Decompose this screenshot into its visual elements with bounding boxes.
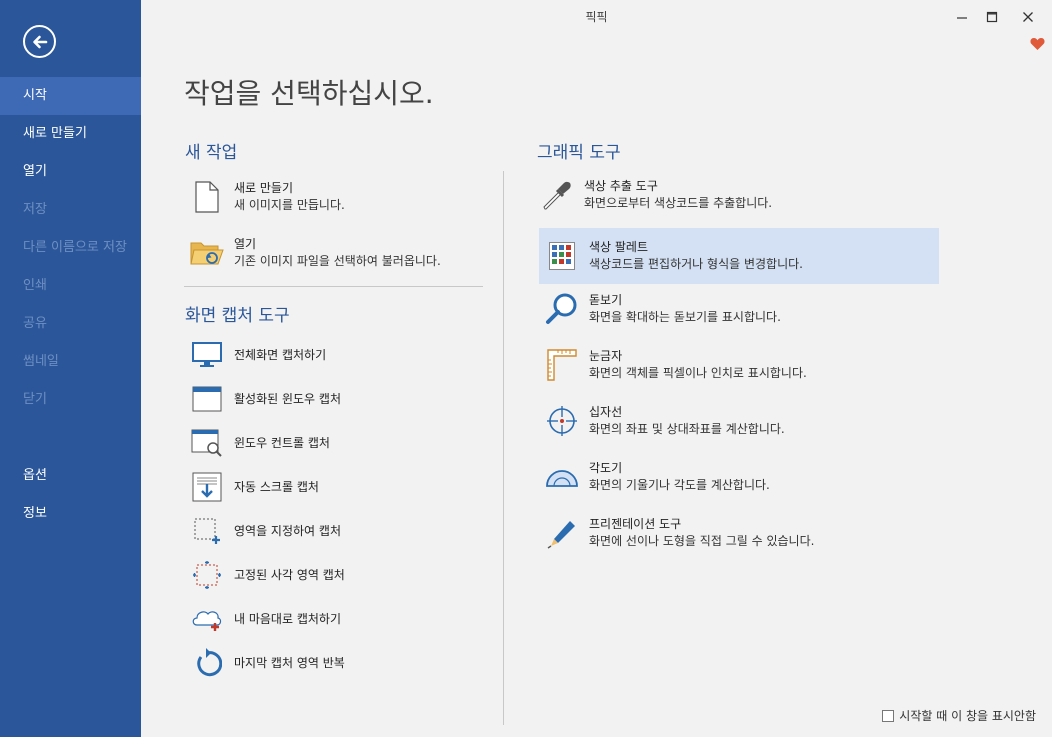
command-label: 프리젠테이션 도구: [589, 517, 682, 531]
command-label: 색상 추출 도구: [584, 179, 658, 193]
sidebar-item-new[interactable]: 새로 만들기: [0, 115, 141, 153]
command-label: 활성화된 윈도우 캡처: [234, 391, 341, 406]
sidebar-item-share: 공유: [23, 316, 47, 331]
capture-fixed-region-command[interactable]: 고정된 사각 영역 캡처: [190, 558, 345, 592]
command-label: 내 마음대로 캡처하기: [234, 611, 341, 626]
magnifier-icon: [545, 292, 579, 326]
command-label: 눈금자: [589, 349, 623, 363]
protractor-icon: [545, 460, 579, 494]
sidebar-item-print: 인쇄: [23, 278, 47, 293]
protractor-command[interactable]: 각도기 화면의 기울기나 각도를 계산합니다.: [545, 460, 770, 494]
open-file-command[interactable]: 열기 기존 이미지 파일을 선택하여 불러옵니다.: [190, 236, 441, 270]
command-label: 새로 만들기: [234, 181, 294, 195]
crosshair-command[interactable]: 십자선 화면의 좌표 및 상대좌표를 계산합니다.: [545, 404, 785, 438]
sidebar-item-options[interactable]: 옵션: [0, 457, 141, 495]
cloud-shape-icon: [190, 602, 224, 636]
command-label: 색상 팔레트: [589, 240, 649, 254]
command-label: 전체화면 캡처하기: [234, 347, 327, 362]
section-divider: [184, 286, 483, 287]
command-label: 자동 스크롤 캡처: [234, 479, 319, 494]
pen-icon: [545, 516, 579, 550]
sidebar-item-save-as: 다른 이름으로 저장: [23, 240, 127, 255]
dont-show-on-startup-checkbox[interactable]: 시작할 때 이 창을 표시안함: [882, 707, 1036, 724]
color-palette-command[interactable]: 색상 팔레트 색상코드를 편집하거나 형식을 변경합니다.: [539, 228, 939, 284]
command-description: 화면의 좌표 및 상대좌표를 계산합니다.: [589, 422, 785, 436]
checkbox-label: 시작할 때 이 창을 표시안함: [899, 709, 1036, 723]
minimize-icon[interactable]: [951, 6, 973, 28]
new-image-command[interactable]: 새로 만들기 새 이미지를 만듭니다.: [190, 180, 345, 214]
column-divider: [503, 171, 504, 725]
monitor-icon: [190, 338, 224, 372]
repeat-arrow-icon: [190, 646, 224, 680]
capture-window-control-command[interactable]: 윈도우 컨트롤 캡처: [190, 426, 330, 460]
sidebar-item-thumbnail: 썸네일: [23, 354, 59, 369]
ruler-icon: [545, 348, 579, 382]
capture-region-command[interactable]: 영역을 지정하여 캡처: [190, 514, 341, 548]
window-magnifier-icon: [190, 426, 224, 460]
crosshair-icon: [545, 404, 579, 438]
sidebar-item-close: 닫기: [23, 392, 47, 407]
checkbox-box[interactable]: [882, 709, 895, 722]
page-title: 작업을 선택하십시오.: [184, 77, 434, 110]
command-description: 화면의 객체를 픽셀이나 인치로 표시합니다.: [589, 366, 807, 380]
command-description: 화면에 선이나 도형을 직접 그릴 수 있습니다.: [589, 534, 815, 548]
command-label: 영역을 지정하여 캡처: [234, 523, 341, 538]
command-label: 고정된 사각 영역 캡처: [234, 567, 345, 582]
command-label: 윈도우 컨트롤 캡처: [234, 435, 330, 450]
back-arrow-icon[interactable]: [23, 25, 56, 58]
sidebar-item-open[interactable]: 열기: [0, 153, 141, 191]
command-label: 돋보기: [589, 293, 623, 307]
command-label: 마지막 캡처 영역 반복: [234, 655, 345, 670]
section-title-capture: 화면 캡처 도구: [185, 306, 290, 326]
sidebar-item-start[interactable]: 시작: [0, 77, 141, 115]
window-title: 픽픽: [585, 10, 608, 24]
presentation-tool-command[interactable]: 프리젠테이션 도구 화면에 선이나 도형을 직접 그릴 수 있습니다.: [545, 516, 814, 550]
sidebar-item-save: 저장: [23, 202, 47, 217]
fixed-region-icon: [190, 558, 224, 592]
sidebar: 시작 새로 만들기 열기 저장 다른 이름으로 저장 인쇄 공유 썸네일 닫기 …: [0, 0, 141, 737]
sidebar-nav: 시작 새로 만들기 열기 저장 다른 이름으로 저장 인쇄 공유 썸네일 닫기 …: [0, 77, 141, 533]
magnifier-command[interactable]: 돋보기 화면을 확대하는 돋보기를 표시합니다.: [545, 292, 781, 326]
sidebar-item-about[interactable]: 정보: [0, 495, 141, 533]
eyedropper-icon: [540, 178, 574, 212]
command-description: 화면의 기울기나 각도를 계산합니다.: [589, 478, 770, 492]
section-title-new-task: 새 작업: [185, 143, 238, 163]
palette-grid-icon: [545, 239, 579, 273]
command-description: 화면으로부터 색상코드를 추출합니다.: [584, 196, 773, 210]
new-file-icon: [190, 180, 224, 214]
maximize-icon[interactable]: [981, 6, 1003, 28]
command-label: 십자선: [589, 405, 623, 419]
close-icon[interactable]: [1017, 6, 1039, 28]
capture-active-window-command[interactable]: 활성화된 윈도우 캡처: [190, 382, 341, 416]
command-description: 새 이미지를 만듭니다.: [234, 198, 345, 212]
capture-freehand-command[interactable]: 내 마음대로 캡처하기: [190, 602, 341, 636]
capture-repeat-command[interactable]: 마지막 캡처 영역 반복: [190, 646, 345, 680]
capture-scroll-command[interactable]: 자동 스크롤 캡처: [190, 470, 319, 504]
command-description: 색상코드를 편집하거나 형식을 변경합니다.: [589, 257, 803, 271]
window-icon: [190, 382, 224, 416]
capture-fullscreen-command[interactable]: 전체화면 캡처하기: [190, 338, 326, 372]
scroll-capture-icon: [190, 470, 224, 504]
heart-icon[interactable]: [1030, 36, 1045, 56]
command-label: 열기: [234, 237, 257, 251]
region-select-icon: [190, 514, 224, 548]
folder-open-icon: [190, 236, 224, 270]
command-label: 각도기: [589, 461, 623, 475]
color-picker-command[interactable]: 색상 추출 도구 화면으로부터 색상코드를 추출합니다.: [540, 178, 772, 212]
section-title-graphic: 그래픽 도구: [537, 143, 621, 163]
command-description: 화면을 확대하는 돋보기를 표시합니다.: [589, 310, 781, 324]
command-description: 기존 이미지 파일을 선택하여 불러옵니다.: [234, 254, 441, 268]
ruler-command[interactable]: 눈금자 화면의 객체를 픽셀이나 인치로 표시합니다.: [545, 348, 807, 382]
